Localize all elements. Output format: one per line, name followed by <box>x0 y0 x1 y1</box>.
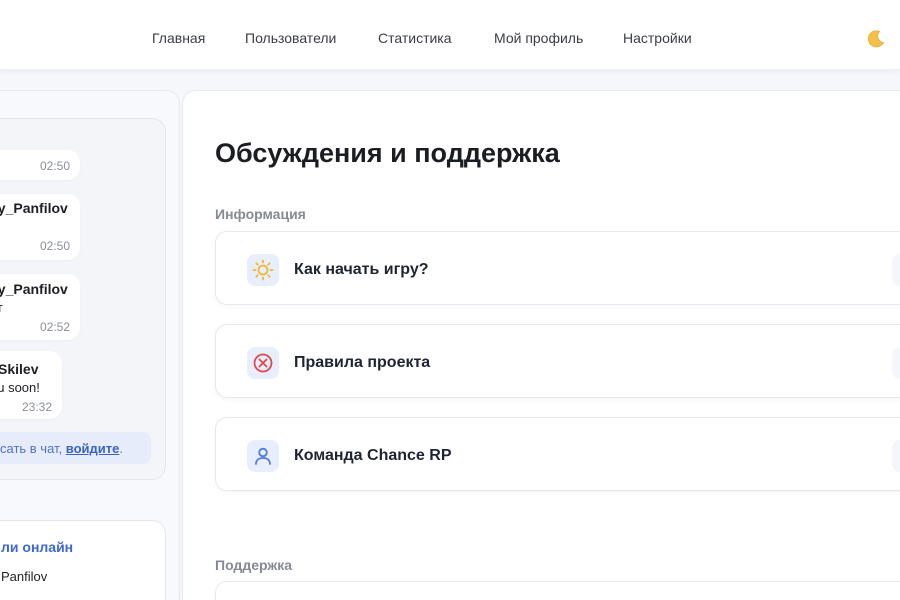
forum-item-side-badge <box>892 347 900 379</box>
sun-icon <box>252 259 274 281</box>
forum-item-label: Как начать игру? <box>294 261 429 278</box>
theme-toggle-button[interactable] <box>864 27 888 51</box>
login-hint-prefix: сать в чат, <box>0 441 66 456</box>
moon-icon <box>867 30 885 48</box>
message-author[interactable]: ey_Panfilov <box>0 281 68 297</box>
message-time: 02:50 <box>39 159 70 173</box>
forum-item-side-badge <box>892 254 900 286</box>
forum-item-label: Правила проекта <box>294 354 431 371</box>
forum-item-icon-box <box>247 347 279 379</box>
nav-users[interactable]: Пользователи <box>245 30 336 46</box>
section-label-info: Информация <box>215 206 306 222</box>
online-user-item[interactable]: Panfilov <box>1 569 47 584</box>
message-time: 02:52 <box>39 320 70 334</box>
forum-item-team[interactable]: Команда Chance RP <box>215 417 900 491</box>
nav-home[interactable]: Главная <box>152 30 205 46</box>
message-text: ет <box>0 300 3 315</box>
message-time: 23:32 <box>21 400 52 414</box>
forum-item-icon-box <box>247 440 279 472</box>
forum-item-project-rules[interactable]: Правила проекта <box>215 324 900 398</box>
message-author[interactable]: Skilev <box>0 361 38 377</box>
chat-message: ey_Panfilov ет 02:52 <box>0 274 80 340</box>
chat-message: ey_Panfilov 02:50 <box>0 194 80 260</box>
user-icon <box>255 447 271 465</box>
section-label-support: Поддержка <box>215 557 293 573</box>
message-time: 02:50 <box>39 239 70 253</box>
forum-item-support[interactable] <box>215 581 900 600</box>
forum-item-icon-box <box>247 254 279 286</box>
x-circle-icon <box>253 353 273 373</box>
online-users-title: ли онлайн <box>1 539 74 555</box>
login-hint-text: сать в чат, войдите. <box>0 441 123 456</box>
forum-item-how-to-start[interactable]: Как начать игру? <box>215 231 900 305</box>
forum-item-label: Команда Chance RP <box>294 447 452 464</box>
forum-item-side-badge <box>892 440 900 472</box>
nav-settings[interactable]: Настройки <box>623 30 692 46</box>
login-hint-suffix: . <box>119 441 123 456</box>
chat-message: 02:50 <box>0 150 80 180</box>
top-navigation-bar: Главная Пользователи Статистика Мой проф… <box>0 0 900 70</box>
message-author[interactable]: ey_Panfilov <box>0 200 68 216</box>
page-title: Обсуждения и поддержка <box>215 138 560 168</box>
chat-message: Skilev ou soon! 23:32 <box>0 351 62 419</box>
chat-login-hint: сать в чат, войдите. <box>0 432 151 464</box>
login-link[interactable]: войдите <box>66 441 120 456</box>
online-users-card: ли онлайн Panfilov <box>0 520 166 600</box>
message-text: ou soon! <box>0 380 40 395</box>
nav-statistics[interactable]: Статистика <box>378 30 452 46</box>
nav-my-profile[interactable]: Мой профиль <box>494 30 583 46</box>
